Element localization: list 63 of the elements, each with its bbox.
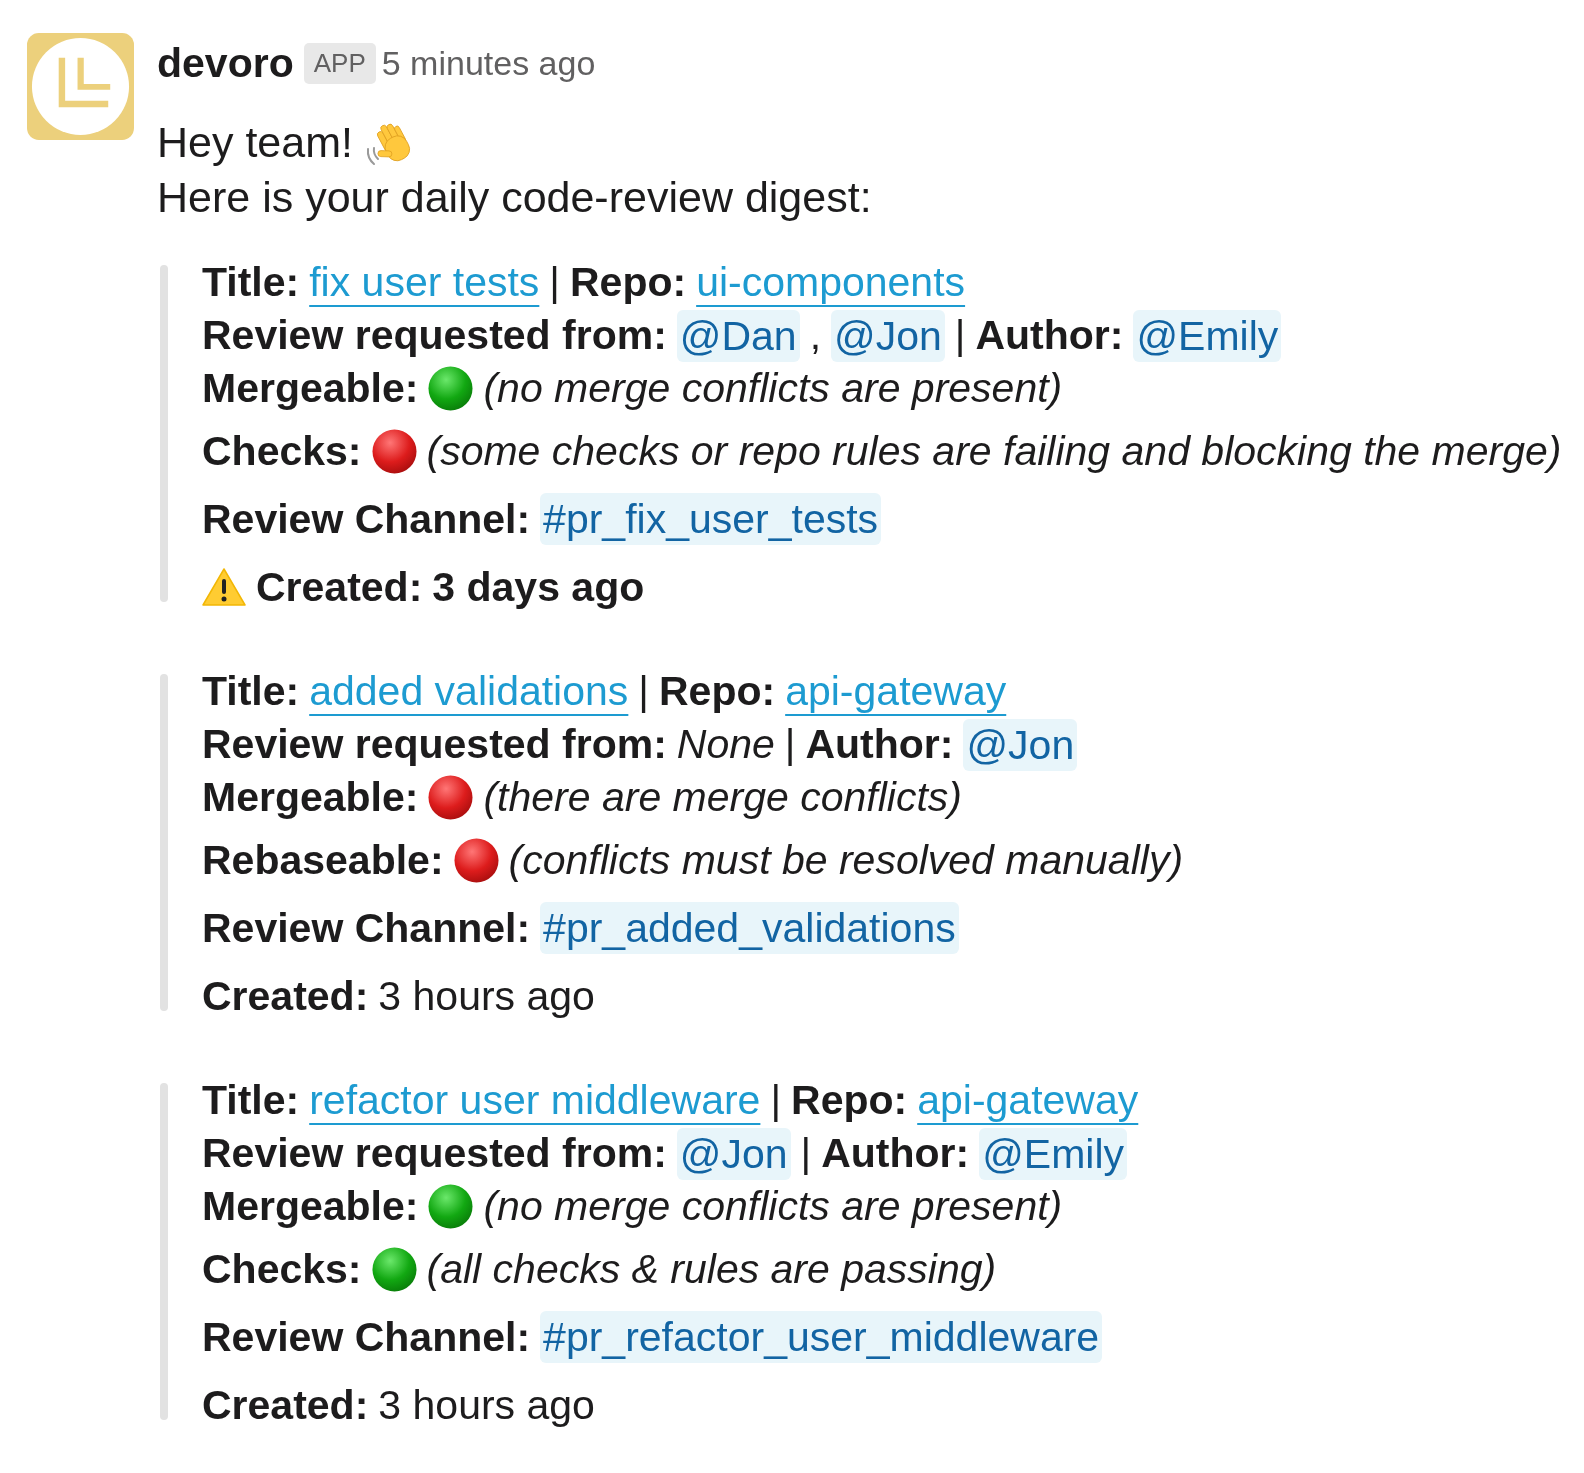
pipe-separator: |	[800, 1130, 812, 1177]
pipe-separator: |	[638, 668, 649, 715]
empty-reviewer-text: None	[676, 721, 775, 768]
user-mention[interactable]: @Jon	[676, 1127, 791, 1180]
greeting-text: Hey team!	[157, 118, 353, 167]
user-mention[interactable]: @Dan	[676, 309, 800, 362]
field-label: Mergeable:	[202, 1183, 419, 1230]
avatar-icon[interactable]	[27, 33, 134, 140]
field-label: Review requested from:	[202, 721, 667, 768]
user-mention[interactable]: @Emily	[979, 1127, 1128, 1180]
field-label: Mergeable:	[202, 365, 419, 412]
status-note: (all checks & rules are passing)	[426, 1245, 997, 1293]
repo-link[interactable]: ui-components	[696, 259, 966, 306]
status-note: (there are merge conflicts)	[483, 774, 962, 821]
status-note: (no merge conflicts are present)	[483, 365, 1063, 412]
channel-mention[interactable]: #pr_fix_user_tests	[540, 493, 882, 545]
field-label: Title:	[202, 259, 300, 306]
created-value: 3 hours ago	[378, 1381, 595, 1429]
field-label: Review Channel:	[202, 904, 531, 952]
channel-mention[interactable]: #pr_added_validations	[540, 902, 959, 954]
field-label: Created:	[256, 563, 423, 611]
field-label: Author:	[821, 1130, 970, 1177]
field-label: Review requested from:	[202, 312, 667, 359]
field-label: Checks:	[202, 427, 362, 475]
warning-icon	[202, 567, 246, 607]
field-label: Checks:	[202, 1245, 362, 1293]
status-note: (conflicts must be resolved manually)	[508, 836, 1184, 884]
repo-link[interactable]: api-gateway	[917, 1077, 1139, 1124]
field-label: Created:	[202, 1381, 369, 1429]
user-mention[interactable]: @Emily	[1133, 309, 1282, 362]
field-label: Repo:	[791, 1077, 908, 1124]
pr-title-link[interactable]: added validations	[309, 668, 629, 715]
field-label: Rebaseable:	[202, 836, 444, 884]
pr-title-link[interactable]: refactor user middleware	[309, 1077, 761, 1124]
status-note: (some checks or repo rules are failing and blocking the merge)	[426, 427, 1562, 475]
pipe-separator: |	[954, 312, 966, 359]
pipe-separator: |	[549, 259, 560, 306]
created-value: 3 days ago	[432, 563, 645, 611]
field-label: Title:	[202, 1077, 300, 1124]
pipe-separator: |	[784, 721, 796, 768]
status-note: (no merge conflicts are present)	[483, 1183, 1063, 1230]
field-label: Review requested from:	[202, 1130, 667, 1177]
field-label: Created:	[202, 972, 369, 1020]
field-label: Review Channel:	[202, 495, 531, 543]
repo-link[interactable]: api-gateway	[785, 668, 1007, 715]
user-mention[interactable]: @Jon	[963, 718, 1078, 771]
field-label: Repo:	[659, 668, 776, 715]
intro-text: Here is your daily code-review digest:	[157, 173, 872, 222]
field-label: Author:	[975, 312, 1124, 359]
timestamp[interactable]: 5 minutes ago	[381, 43, 596, 83]
pipe-separator: |	[770, 1077, 782, 1124]
channel-mention[interactable]: #pr_refactor_user_middleware	[540, 1311, 1103, 1363]
field-label: Author:	[805, 721, 954, 768]
app-badge: APP	[303, 42, 376, 84]
author-name[interactable]: devoro	[157, 39, 294, 87]
field-label: Repo:	[570, 259, 687, 306]
field-label: Review Channel:	[202, 1313, 531, 1361]
created-value: 3 hours ago	[378, 972, 595, 1020]
field-label: Title:	[202, 668, 300, 715]
field-label: Mergeable:	[202, 774, 419, 821]
user-mention[interactable]: @Jon	[831, 309, 945, 362]
separator-text: ,	[809, 312, 822, 359]
pr-title-link[interactable]: fix user tests	[309, 259, 540, 306]
